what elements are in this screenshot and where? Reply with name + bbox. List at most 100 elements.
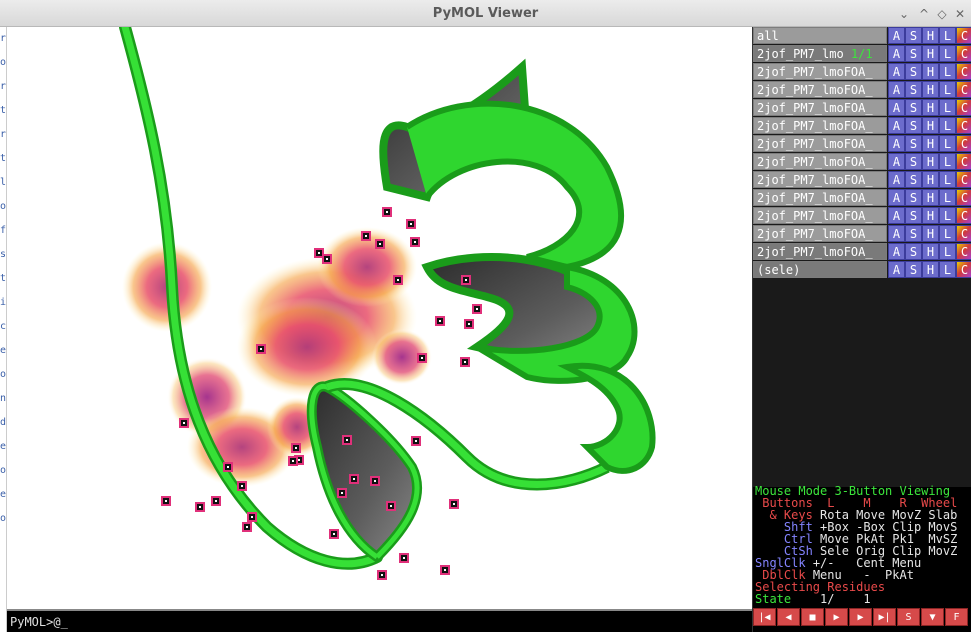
molecule-viewport[interactable] xyxy=(7,27,752,609)
label-button[interactable]: L xyxy=(939,153,956,170)
hide-button[interactable]: H xyxy=(922,189,939,206)
color-button[interactable]: C xyxy=(956,117,971,134)
action-button[interactable]: A xyxy=(888,171,905,188)
hide-button[interactable]: H xyxy=(922,243,939,260)
dropdown-button[interactable]: ▼ xyxy=(921,608,944,626)
action-button[interactable]: A xyxy=(888,27,905,44)
action-button[interactable]: A xyxy=(888,261,905,278)
label-button[interactable]: L xyxy=(939,27,956,44)
object-name[interactable]: 2jof_PM7_lmoFOA_ xyxy=(753,243,887,260)
label-button[interactable]: L xyxy=(939,45,956,62)
label-button[interactable]: L xyxy=(939,225,956,242)
rewind-button[interactable]: |◀ xyxy=(753,608,776,626)
show-button[interactable]: S xyxy=(905,225,922,242)
label-button[interactable]: L xyxy=(939,171,956,188)
show-button[interactable]: S xyxy=(905,189,922,206)
color-button[interactable]: C xyxy=(956,63,971,80)
object-name[interactable]: 2jof_PM7_lmoFOA_ xyxy=(753,189,887,206)
show-button[interactable]: S xyxy=(905,207,922,224)
object-name[interactable]: 2jof_PM7_lmo 1/1 xyxy=(753,45,887,62)
label-button[interactable]: L xyxy=(939,81,956,98)
action-button[interactable]: A xyxy=(888,45,905,62)
show-button[interactable]: S xyxy=(905,135,922,152)
color-button[interactable]: C xyxy=(956,225,971,242)
hide-button[interactable]: H xyxy=(922,153,939,170)
label-button[interactable]: L xyxy=(939,261,956,278)
color-button[interactable]: C xyxy=(956,207,971,224)
hide-button[interactable]: H xyxy=(922,63,939,80)
action-button[interactable]: A xyxy=(888,117,905,134)
scene-button[interactable]: S xyxy=(897,608,920,626)
color-button[interactable]: C xyxy=(956,261,971,278)
object-name[interactable]: (sele) xyxy=(753,261,887,278)
label-button[interactable]: L xyxy=(939,207,956,224)
color-button[interactable]: C xyxy=(956,171,971,188)
color-button[interactable]: C xyxy=(956,45,971,62)
show-button[interactable]: S xyxy=(905,99,922,116)
forward-button[interactable]: ▶ xyxy=(849,608,872,626)
action-button[interactable]: A xyxy=(888,99,905,116)
action-button[interactable]: A xyxy=(888,207,905,224)
action-button[interactable]: A xyxy=(888,81,905,98)
object-name[interactable]: 2jof_PM7_lmoFOA_ xyxy=(753,225,887,242)
color-button[interactable]: C xyxy=(956,27,971,44)
object-name[interactable]: 2jof_PM7_lmoFOA_ xyxy=(753,207,887,224)
color-button[interactable]: C xyxy=(956,243,971,260)
show-button[interactable]: S xyxy=(905,45,922,62)
show-button[interactable]: S xyxy=(905,261,922,278)
color-button[interactable]: C xyxy=(956,99,971,116)
action-button[interactable]: A xyxy=(888,189,905,206)
action-button[interactable]: A xyxy=(888,135,905,152)
show-button[interactable]: S xyxy=(905,153,922,170)
show-button[interactable]: S xyxy=(905,63,922,80)
object-name[interactable]: 2jof_PM7_lmoFOA_ xyxy=(753,117,887,134)
hide-button[interactable]: H xyxy=(922,99,939,116)
hide-button[interactable]: H xyxy=(922,225,939,242)
command-line[interactable]: PyMOL>@_ xyxy=(7,609,752,632)
object-name[interactable]: 2jof_PM7_lmoFOA_ xyxy=(753,135,887,152)
color-button[interactable]: C xyxy=(956,153,971,170)
maximize-button[interactable]: ^ xyxy=(915,5,933,23)
full-screen-button[interactable]: F xyxy=(945,608,968,626)
show-button[interactable]: S xyxy=(905,81,922,98)
back-button[interactable]: ◀ xyxy=(777,608,800,626)
label-button[interactable]: L xyxy=(939,189,956,206)
object-name[interactable]: 2jof_PM7_lmoFOA_ xyxy=(753,99,887,116)
object-name[interactable]: 2jof_PM7_lmoFOA_ xyxy=(753,171,887,188)
label-button[interactable]: L xyxy=(939,135,956,152)
minimize-button[interactable]: ⌄ xyxy=(895,5,913,23)
color-button[interactable]: C xyxy=(956,135,971,152)
label-button[interactable]: L xyxy=(939,117,956,134)
play-button[interactable]: ▶ xyxy=(825,608,848,626)
show-button[interactable]: S xyxy=(905,243,922,260)
restore-button[interactable]: ◇ xyxy=(933,5,951,23)
object-name[interactable]: 2jof_PM7_lmoFOA_ xyxy=(753,81,887,98)
label-button[interactable]: L xyxy=(939,243,956,260)
stop-button[interactable]: ■ xyxy=(801,608,824,626)
close-button[interactable]: ✕ xyxy=(951,5,969,23)
action-button[interactable]: A xyxy=(888,243,905,260)
show-button[interactable]: S xyxy=(905,171,922,188)
action-button[interactable]: A xyxy=(888,63,905,80)
label-button[interactable]: L xyxy=(939,99,956,116)
object-name[interactable]: 2jof_PM7_lmoFOA_ xyxy=(753,63,887,80)
hide-button[interactable]: H xyxy=(922,261,939,278)
hide-button[interactable]: H xyxy=(922,207,939,224)
action-button[interactable]: A xyxy=(888,153,905,170)
window-titlebar[interactable]: PyMOL Viewer ⌄ ^ ◇ ✕ xyxy=(0,0,971,27)
hide-button[interactable]: H xyxy=(922,81,939,98)
hide-button[interactable]: H xyxy=(922,135,939,152)
label-button[interactable]: L xyxy=(939,63,956,80)
show-button[interactable]: S xyxy=(905,117,922,134)
color-button[interactable]: C xyxy=(956,81,971,98)
hide-button[interactable]: H xyxy=(922,27,939,44)
action-button[interactable]: A xyxy=(888,225,905,242)
show-button[interactable]: S xyxy=(905,27,922,44)
hide-button[interactable]: H xyxy=(922,117,939,134)
object-name[interactable]: 2jof_PM7_lmoFOA_ xyxy=(753,153,887,170)
object-name[interactable]: all xyxy=(753,27,887,44)
color-button[interactable]: C xyxy=(956,189,971,206)
hide-button[interactable]: H xyxy=(922,171,939,188)
end-button[interactable]: ▶| xyxy=(873,608,896,626)
hide-button[interactable]: H xyxy=(922,45,939,62)
